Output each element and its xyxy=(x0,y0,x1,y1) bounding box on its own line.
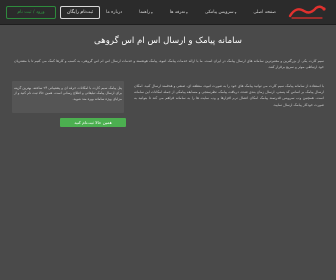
nav-item-help[interactable]: راهنما ▾ xyxy=(139,10,153,15)
nav-item-label: درباره ما xyxy=(106,10,123,15)
main-nav: صفحه اصلی سرویس پیامکی ▾ تعرفه ها ▾ راهن… xyxy=(106,6,276,19)
card-text: پنل پیامک سیم کارت با امکانات حرفه ای و … xyxy=(14,86,122,101)
login-button[interactable]: ورود / ثبت نام xyxy=(6,6,56,19)
chevron-down-icon: ▾ xyxy=(186,10,188,15)
nav-item-label: تعرفه ها xyxy=(169,10,186,15)
nav-item-pricing[interactable]: تعرفه ها ▾ xyxy=(170,10,188,15)
top-header: ورود / ثبت نام ثبت‌نام رایگان صفحه اصلی … xyxy=(0,0,336,25)
page-title: سامانه پیامک و ارسال اس ام اس گروهی xyxy=(94,36,242,46)
logo-icon xyxy=(284,2,330,23)
nav-item-label: سرویس پیامکی xyxy=(204,10,234,15)
nav-item-label: راهنما xyxy=(139,10,151,15)
nav-item-about[interactable]: درباره ما xyxy=(106,10,122,15)
register-now-button[interactable]: همین حالا ثبت‌نام کنید xyxy=(60,118,126,127)
site-logo[interactable] xyxy=(284,2,330,23)
chevron-down-icon: ▾ xyxy=(234,10,237,15)
intro-paragraph: سیم کارت یکی از بزرگترین و معتبرترین سام… xyxy=(14,59,324,70)
nav-item-label: صفحه اصلی xyxy=(253,10,276,15)
signup-button[interactable]: ثبت‌نام رایگان xyxy=(60,6,100,19)
nav-item-home[interactable]: صفحه اصلی xyxy=(253,10,276,15)
nav-item-sms-service[interactable]: سرویس پیامکی ▾ xyxy=(205,10,237,15)
description-paragraph: با استفاده از سامانه پیامک سیم کارت می ت… xyxy=(134,84,324,107)
chevron-down-icon: ▾ xyxy=(151,10,153,15)
signup-info-card: پنل پیامک سیم کارت با امکانات حرفه ای و … xyxy=(12,81,124,113)
